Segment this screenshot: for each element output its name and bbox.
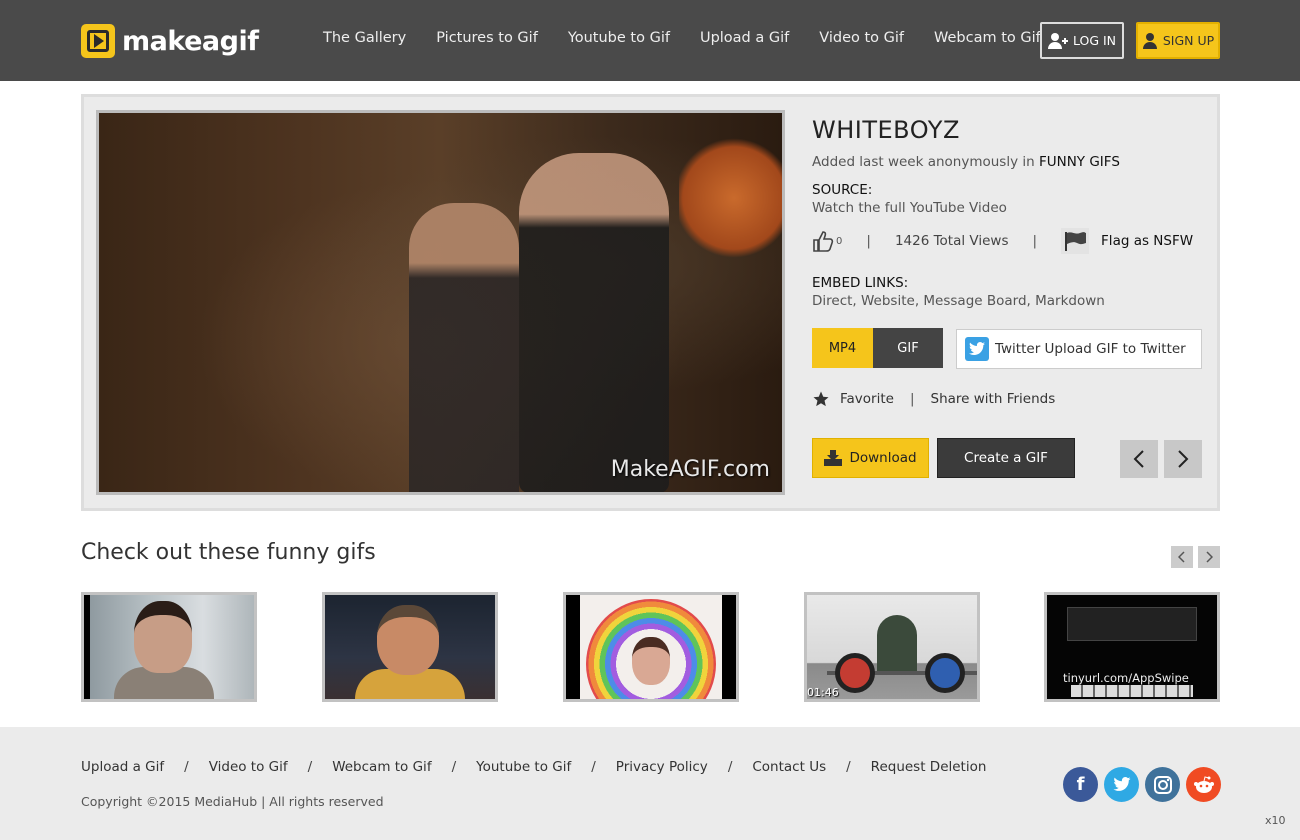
nav-upload-gif[interactable]: Upload a Gif (700, 30, 789, 46)
login-button[interactable]: LOG IN (1040, 22, 1124, 59)
related-title: Check out these funny gifs (81, 540, 376, 565)
embed-label: EMBED LINKS: (812, 275, 909, 291)
login-label: LOG IN (1072, 33, 1117, 48)
gif-title: WHITEBOYZ (812, 116, 960, 144)
footer-link-contact[interactable]: Contact Us (752, 759, 826, 775)
chevron-left-icon (1178, 551, 1185, 563)
main-nav: The Gallery Pictures to Gif Youtube to G… (308, 30, 1056, 46)
stats-separator: | (866, 233, 871, 249)
signup-label: SIGN UP (1162, 33, 1215, 48)
footer-link-video[interactable]: Video to Gif (209, 759, 288, 775)
flag-icon[interactable] (1061, 228, 1090, 254)
added-text: Added last week anonymously in (812, 154, 1039, 170)
embed-links[interactable]: Direct, Website, Message Board, Markdown (812, 293, 1105, 309)
related-thumb[interactable] (322, 592, 498, 702)
like-count: 0 (836, 235, 843, 247)
chevron-left-icon (1133, 450, 1144, 468)
site-footer: Upload a Gif / Video to Gif / Webcam to … (0, 727, 1300, 840)
nav-webcam-to-gif[interactable]: Webcam to Gif (934, 30, 1041, 46)
facebook-icon[interactable]: f (1063, 767, 1098, 802)
related-thumb[interactable]: 01:46 (804, 592, 980, 702)
create-gif-button[interactable]: Create a GIF (937, 438, 1075, 478)
share-link[interactable]: Share with Friends (931, 391, 1056, 407)
watermark: MakeAGIF.com (610, 457, 770, 482)
user-icon (1142, 32, 1157, 49)
signup-button[interactable]: SIGN UP (1136, 22, 1220, 59)
twitter-icon[interactable] (1104, 767, 1139, 802)
twitter-upload-button[interactable]: Twitter Upload GIF to Twitter (956, 329, 1202, 369)
chevron-right-icon (1206, 551, 1213, 563)
category-link[interactable]: FUNNY GIFS (1039, 154, 1120, 170)
footer-link-upload[interactable]: Upload a Gif (81, 759, 164, 775)
twitter-upload-label: Twitter Upload GIF to Twitter (995, 341, 1186, 357)
added-info: Added last week anonymously in FUNNY GIF… (812, 154, 1120, 170)
source-label: SOURCE: (812, 182, 873, 198)
footer-link-privacy[interactable]: Privacy Policy (616, 759, 708, 775)
instagram-icon[interactable] (1145, 767, 1180, 802)
view-count: 1426 Total Views (894, 233, 1009, 249)
site-header: makeagif The Gallery Pictures to Gif You… (0, 0, 1300, 81)
logo-icon (81, 24, 115, 58)
favorite-link[interactable]: Favorite (840, 391, 894, 407)
stats-row: 0 | 1426 Total Views | Flag as NSFW (812, 228, 1193, 254)
format-gif-button[interactable]: GIF (873, 328, 943, 368)
thumb-caption: tinyurl.com/AppSwipe (1063, 671, 1189, 685)
carousel-next-button[interactable] (1198, 546, 1220, 568)
footer-link-webcam[interactable]: Webcam to Gif (332, 759, 431, 775)
chevron-right-icon (1178, 450, 1189, 468)
footer-separator: / (727, 759, 733, 775)
flag-nsfw-link[interactable]: Flag as NSFW (1101, 233, 1193, 249)
carousel-prev-button[interactable] (1171, 546, 1193, 568)
download-icon (824, 450, 843, 466)
format-toggle: MP4 GIF (812, 328, 943, 368)
add-user-icon (1047, 32, 1068, 49)
star-icon[interactable] (812, 390, 830, 408)
gif-player[interactable]: MakeAGIF.com (96, 110, 785, 495)
zoom-level: x10 (1265, 814, 1286, 827)
download-button[interactable]: Download (812, 438, 929, 478)
footer-separator: / (591, 759, 596, 775)
logo-text: makeagif (122, 25, 259, 57)
favorite-share-row: Favorite | Share with Friends (812, 388, 1055, 410)
footer-separator: / (307, 759, 313, 775)
footer-link-deletion[interactable]: Request Deletion (871, 759, 987, 775)
nav-youtube-to-gif[interactable]: Youtube to Gif (568, 30, 670, 46)
source-link[interactable]: Watch the full YouTube Video (812, 200, 1007, 216)
nav-video-to-gif[interactable]: Video to Gif (819, 30, 904, 46)
copyright: Copyright ©2015 MediaHub | All rights re… (81, 794, 384, 809)
thumbs-up-icon[interactable] (812, 229, 834, 253)
footer-separator: / (184, 759, 189, 775)
prev-gif-button[interactable] (1120, 440, 1158, 478)
next-gif-button[interactable] (1164, 440, 1202, 478)
related-thumb[interactable] (563, 592, 739, 702)
nav-pictures-to-gif[interactable]: Pictures to Gif (436, 30, 538, 46)
stats-separator: | (1032, 233, 1038, 249)
related-thumb[interactable] (81, 592, 257, 702)
thumb-duration: 01:46 (807, 686, 839, 699)
nav-gallery[interactable]: The Gallery (323, 30, 406, 46)
footer-links: Upload a Gif / Video to Gif / Webcam to … (81, 759, 986, 775)
download-label: Download (849, 450, 917, 466)
footer-separator: / (451, 759, 457, 775)
footer-link-youtube[interactable]: Youtube to Gif (476, 759, 571, 775)
social-links: f (1063, 767, 1221, 802)
fav-separator: | (909, 391, 915, 407)
related-thumb[interactable]: tinyurl.com/AppSwipe (1044, 592, 1220, 702)
format-mp4-button[interactable]: MP4 (812, 328, 873, 368)
twitter-icon (965, 337, 989, 361)
logo[interactable]: makeagif (81, 24, 259, 58)
footer-separator: / (846, 759, 851, 775)
reddit-icon[interactable] (1186, 767, 1221, 802)
